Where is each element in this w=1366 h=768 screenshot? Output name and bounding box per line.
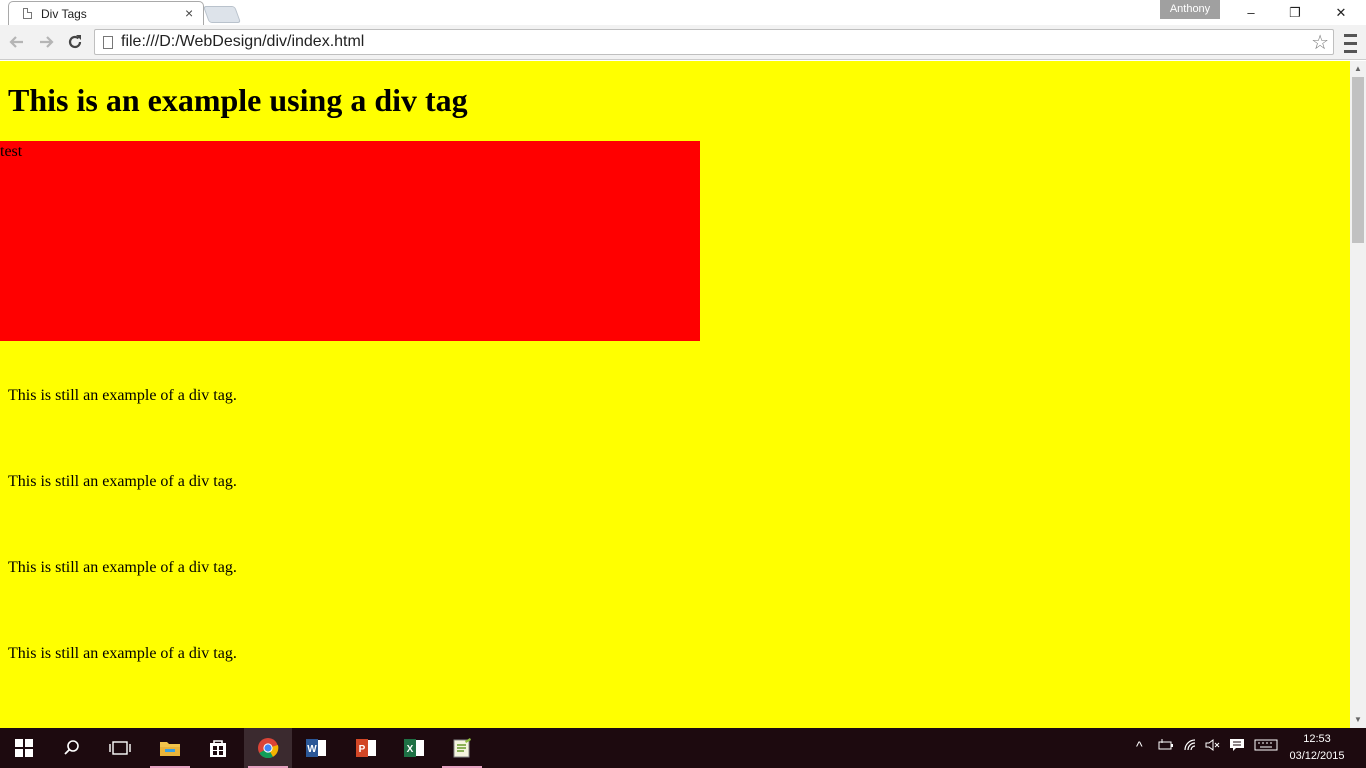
scroll-up-icon[interactable]: ▲ <box>1350 61 1366 77</box>
clock-time: 12:53 <box>1303 733 1331 745</box>
page-viewport: This is an example using a div tag test … <box>0 61 1350 728</box>
restore-button[interactable]: ❐ <box>1272 0 1318 25</box>
paragraph: This is still an example of a div tag. <box>8 387 237 404</box>
action-center-icon[interactable] <box>1229 738 1245 755</box>
scrollbar-thumb[interactable] <box>1352 77 1364 243</box>
battery-icon[interactable] <box>1158 738 1174 755</box>
chrome-button[interactable] <box>244 728 292 768</box>
word-icon: W <box>306 739 326 757</box>
windows-logo-icon <box>15 739 33 757</box>
file-explorer-button[interactable] <box>146 728 194 768</box>
back-arrow-icon <box>9 36 23 48</box>
browser-titlebar: Div Tags × Anthony – ❐ ✕ <box>0 0 1366 25</box>
url-text[interactable]: file:///D:/WebDesign/div/index.html <box>121 33 364 51</box>
search-button[interactable] <box>48 728 96 768</box>
svg-text:P: P <box>359 744 366 755</box>
page-icon <box>103 36 113 49</box>
paragraph: This is still an example of a div tag. <box>8 473 237 490</box>
svg-text:X: X <box>407 744 414 755</box>
show-hidden-icons-chevron-icon[interactable]: ^ <box>1136 738 1143 754</box>
back-button[interactable] <box>5 29 29 55</box>
start-button[interactable] <box>0 728 48 768</box>
word-button[interactable]: W <box>292 728 340 768</box>
keyboard-icon[interactable] <box>1254 738 1278 755</box>
tab-close-icon[interactable]: × <box>185 5 193 21</box>
notepad-plus-button[interactable] <box>438 728 486 768</box>
store-button[interactable] <box>194 728 242 768</box>
powerpoint-icon: P <box>356 739 376 757</box>
profile-button[interactable]: Anthony <box>1160 0 1220 19</box>
notepad-plus-icon <box>453 738 471 758</box>
svg-text:W: W <box>307 744 317 755</box>
forward-button[interactable] <box>34 29 58 55</box>
paragraph: This is still an example of a div tag. <box>8 645 237 662</box>
wifi-icon[interactable] <box>1183 738 1199 755</box>
excel-button[interactable]: X <box>390 728 438 768</box>
file-explorer-icon <box>160 742 180 756</box>
tab-title: Div Tags <box>41 7 87 21</box>
powerpoint-button[interactable]: P <box>342 728 390 768</box>
tab-div-tags[interactable]: Div Tags × <box>8 1 204 25</box>
browser-toolbar: file:///D:/WebDesign/div/index.html ☆ <box>0 25 1366 60</box>
chrome-menu-icon[interactable] <box>1341 29 1359 55</box>
page-icon <box>23 8 32 19</box>
scroll-down-icon[interactable]: ▼ <box>1350 712 1366 728</box>
reload-icon <box>68 35 82 49</box>
red-div-box: test <box>0 141 700 341</box>
chrome-icon <box>258 738 279 759</box>
bookmark-star-icon[interactable]: ☆ <box>1311 30 1329 55</box>
task-view-icon <box>109 741 131 755</box>
minimize-button[interactable]: – <box>1228 0 1274 25</box>
excel-icon: X <box>404 739 424 757</box>
windows-taskbar: W P X ^ 12:53 03/12/2015 <box>0 728 1366 768</box>
address-bar[interactable]: file:///D:/WebDesign/div/index.html ☆ <box>94 29 1334 55</box>
vertical-scrollbar[interactable]: ▲ ▼ <box>1350 61 1366 728</box>
task-view-button[interactable] <box>96 728 144 768</box>
search-icon <box>64 740 79 755</box>
page-heading: This is an example using a div tag <box>8 82 468 118</box>
paragraph: This is still an example of a div tag. <box>8 559 237 576</box>
volume-muted-icon[interactable] <box>1205 738 1221 755</box>
reload-button[interactable] <box>63 29 87 55</box>
box-text: test <box>0 143 23 160</box>
forward-arrow-icon <box>40 36 54 48</box>
system-clock[interactable]: 12:53 03/12/2015 <box>1286 731 1348 765</box>
store-icon <box>210 740 226 757</box>
clock-date: 03/12/2015 <box>1289 750 1345 762</box>
new-tab-button[interactable] <box>202 6 242 23</box>
close-window-button[interactable]: ✕ <box>1318 0 1364 25</box>
